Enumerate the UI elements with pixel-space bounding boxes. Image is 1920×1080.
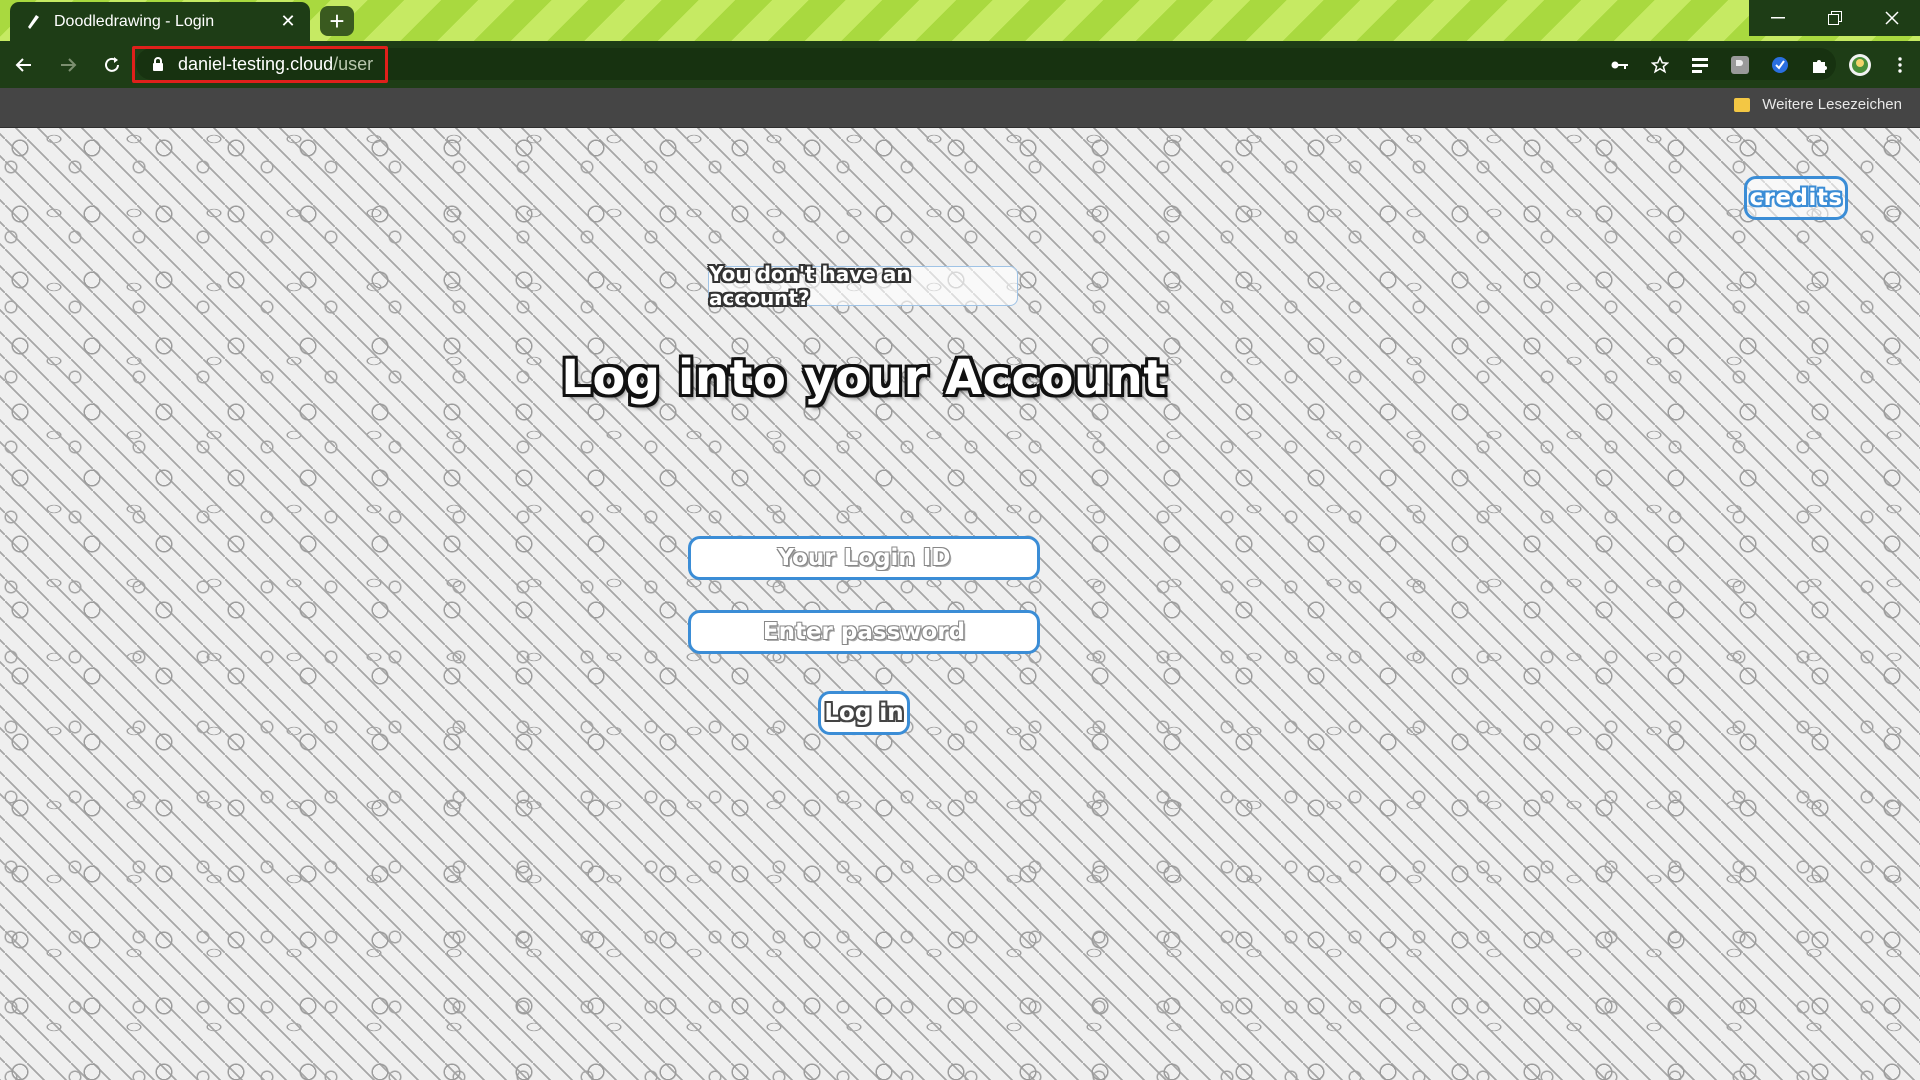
extension-list-icon[interactable] (1680, 45, 1720, 85)
back-icon[interactable] (4, 45, 44, 85)
restore-icon[interactable] (1806, 0, 1863, 36)
extension-blue-icon[interactable] (1760, 45, 1800, 85)
other-bookmarks[interactable]: Weitere Lesezeichen (1734, 96, 1902, 113)
key-icon[interactable] (1600, 45, 1640, 85)
window-controls (1749, 0, 1920, 36)
menu-kebab-icon[interactable] (1880, 45, 1920, 85)
signup-link[interactable]: You don't have an account? (708, 262, 1018, 310)
password-input[interactable] (688, 610, 1040, 654)
star-icon[interactable] (1640, 45, 1680, 85)
extensions-puzzle-icon[interactable] (1800, 45, 1840, 85)
new-tab-button[interactable]: + (320, 6, 354, 36)
forward-icon[interactable] (48, 45, 88, 85)
extension-grey-icon[interactable] (1720, 45, 1760, 85)
address-bar[interactable]: daniel-testing.cloud/user (136, 48, 1836, 80)
close-tab-icon[interactable]: ✕ (276, 10, 300, 34)
tab-title: Doodledrawing - Login (54, 12, 215, 30)
credits-button[interactable]: credits (1744, 176, 1848, 220)
minimize-icon[interactable] (1749, 0, 1806, 36)
login-button[interactable]: Log in (818, 691, 910, 735)
reload-icon[interactable] (92, 45, 132, 85)
url-highlight-box (132, 46, 388, 83)
title-bar: Doodledrawing - Login ✕ + (0, 0, 1920, 41)
login-button-label: Log in (824, 700, 904, 726)
folder-icon (1734, 97, 1751, 112)
close-window-icon[interactable] (1863, 0, 1920, 36)
page-content: credits You don't have an account? Log i… (0, 128, 1920, 1080)
page-title: Log into your Account (561, 350, 1167, 406)
tab-doodledrawing-login[interactable]: Doodledrawing - Login ✕ (10, 2, 310, 41)
profile-avatar-icon[interactable] (1840, 45, 1880, 85)
other-bookmarks-label: Weitere Lesezeichen (1762, 96, 1902, 113)
toolbar-actions (1600, 41, 1920, 88)
bookmarks-bar: Weitere Lesezeichen (0, 88, 1920, 128)
pencil-icon (26, 14, 42, 30)
credits-label: credits (1749, 185, 1843, 211)
browser-toolbar: daniel-testing.cloud/user (0, 41, 1920, 88)
login-id-input[interactable] (688, 536, 1040, 580)
